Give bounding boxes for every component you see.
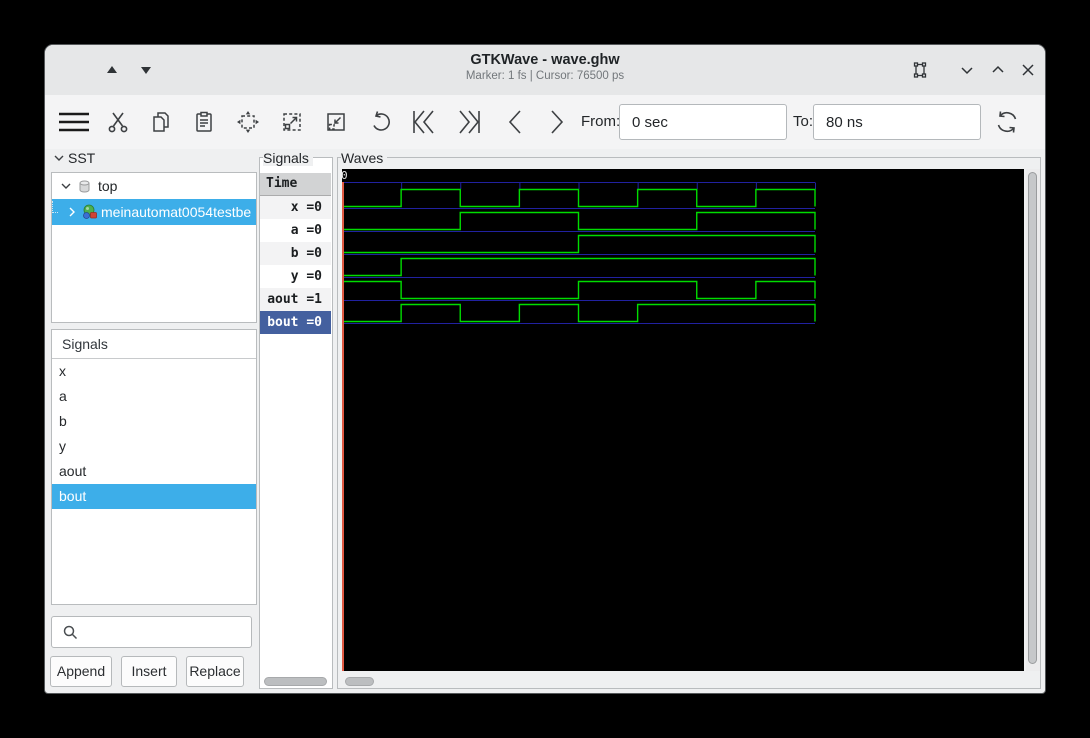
list-item-selected[interactable]: bout [52,484,256,509]
values-hscrollbar[interactable] [261,675,331,689]
zoom-undo-button[interactable] [368,110,392,134]
trace-aout [342,282,815,299]
trace-b [342,236,815,253]
waveform-plot [342,169,1024,671]
list-item[interactable]: x [52,359,256,384]
signal-value-row-selected[interactable]: bout =0 [260,311,331,334]
chevron-up-icon [989,61,1007,79]
database-icon [77,179,92,194]
signal-value-row[interactable]: x =0 [260,196,331,219]
append-button[interactable]: Append [50,656,112,687]
waves-vscrollbar[interactable] [1026,169,1040,671]
chevron-left-icon [504,109,526,135]
copy-icon [149,110,173,134]
trace-y [342,259,815,276]
copy-traces-button[interactable] [149,110,173,134]
expander-caret-icon [53,152,65,164]
zoom-in-icon [280,110,304,134]
chevron-right-icon [546,109,568,135]
skip-end-icon [454,109,482,135]
reload-button[interactable] [993,110,1021,134]
zoom-in-button[interactable] [280,110,304,134]
expander-caret-icon[interactable] [60,180,72,192]
waves-hscrollbar-thumb[interactable] [345,677,374,686]
keep-below-button[interactable] [135,59,157,81]
tree-node-label: meinautomat0054testbe [101,204,251,220]
tree-node-testbench[interactable]: meinautomat0054testbe [52,199,256,225]
trace-a [342,213,815,230]
fullscreen-button[interactable] [909,59,931,81]
gtkwave-window: GTKWave - wave.ghw Marker: 1 fs | Cursor… [44,44,1046,694]
close-icon [1019,61,1037,79]
sst-expander[interactable]: SST [53,150,95,166]
trace-bout [342,305,815,322]
zoom-out-button[interactable] [324,110,348,134]
signals-list-panel: Signals x a b y aout bout [51,329,257,605]
trace-x [342,190,815,207]
menu-button[interactable] [57,110,91,134]
signals-list-header: Signals [52,330,256,359]
close-button[interactable] [1017,59,1039,81]
waves-hscrollbar[interactable] [342,675,1024,689]
ruler-origin-label: 0 [342,169,348,182]
keep-above-button[interactable] [101,59,123,81]
to-label: To: [793,113,813,130]
window-title: GTKWave - wave.ghw [45,52,1045,68]
from-input[interactable] [619,104,787,140]
cut-icon [106,110,130,134]
replace-button[interactable]: Replace [186,656,244,687]
zoom-out-icon [324,110,348,134]
fetch-left-button[interactable] [411,110,439,134]
list-item[interactable]: b [52,409,256,434]
chevron-down-icon [958,61,976,79]
sst-tree-panel: top meinautomat0054testbe [51,172,257,323]
waves-vscrollbar-thumb[interactable] [1028,172,1037,664]
skip-start-icon [411,109,439,135]
triangle-up-icon [105,64,119,76]
list-item[interactable]: aout [52,459,256,484]
signal-values-frame-label: Signals [263,150,313,166]
titlebar[interactable]: GTKWave - wave.ghw Marker: 1 fs | Cursor… [45,45,1045,95]
triangle-down-icon [139,64,153,76]
signal-value-row[interactable]: aout =1 [260,288,331,311]
tree-node-label: top [98,178,117,194]
fetch-right-button[interactable] [454,110,482,134]
signal-search-field[interactable] [51,616,252,648]
list-item[interactable]: a [52,384,256,409]
expander-caret-icon[interactable] [66,206,78,218]
list-item[interactable]: y [52,434,256,459]
maximize-button[interactable] [987,59,1009,81]
reload-icon [993,108,1021,136]
tree-node-top[interactable]: top [52,173,256,199]
signal-value-row[interactable]: b =0 [260,242,331,265]
zoom-fit-button[interactable] [236,110,260,134]
to-input[interactable] [813,104,981,140]
from-label: From: [581,113,620,130]
undo-icon [368,110,392,134]
sst-label: SST [68,150,95,166]
waves-frame-label: Waves [341,150,387,166]
module-hierarchy-icon [82,204,98,220]
window-subtitle: Marker: 1 fs | Cursor: 76500 ps [45,70,1045,82]
paste-traces-button[interactable] [192,110,216,134]
fullscreen-icon [911,61,929,79]
shift-right-button[interactable] [545,110,569,134]
signal-value-row[interactable]: y =0 [260,265,331,288]
zoom-fit-icon [236,110,260,134]
time-header[interactable]: Time [260,173,331,196]
paste-icon [192,110,216,134]
cut-traces-button[interactable] [106,110,130,134]
minimize-button[interactable] [956,59,978,81]
insert-button[interactable]: Insert [121,656,177,687]
values-hscrollbar-thumb[interactable] [264,677,327,686]
shift-left-button[interactable] [503,110,527,134]
search-icon [61,623,79,641]
toolbar: From: To: [45,95,1045,149]
signal-value-row[interactable]: a =0 [260,219,331,242]
hamburger-icon [58,111,90,133]
waves-canvas[interactable]: 0 [342,169,1024,671]
